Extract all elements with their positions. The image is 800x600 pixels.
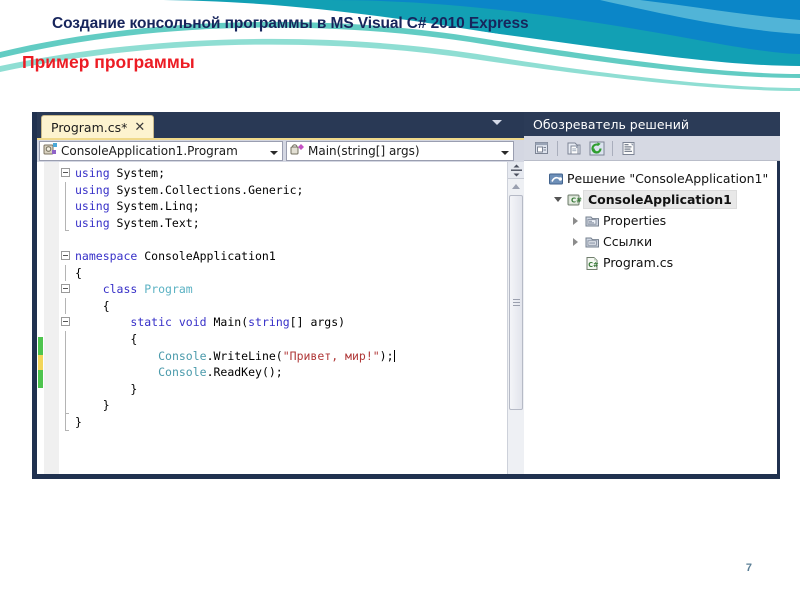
fold-region-line xyxy=(65,297,66,315)
tree-item-label: Program.cs xyxy=(603,255,674,270)
method-private-icon xyxy=(290,142,305,159)
code-text-area[interactable]: using System; using System.Collections.Ge… xyxy=(75,162,524,474)
type-dropdown-value: ConsoleApplication1.Program xyxy=(61,143,238,158)
code-line: using System.Text; xyxy=(75,215,200,230)
code-line: } xyxy=(75,381,138,396)
page-subtitle: Пример программы xyxy=(22,52,195,72)
csharp-file-icon: C# xyxy=(583,256,601,270)
chevron-right-icon[interactable] xyxy=(568,237,583,246)
change-indicator-bar xyxy=(38,337,43,355)
code-line: static void Main(string[] args) xyxy=(130,315,346,330)
code-surface[interactable]: using System; using System.Collections.Ge… xyxy=(37,162,524,477)
tree-item-properties[interactable]: Properties xyxy=(524,210,777,231)
type-dropdown[interactable]: ConsoleApplication1.Program xyxy=(39,140,283,161)
code-line: Console.WriteLine("Привет, мир!"); xyxy=(158,348,395,363)
indicator-margin[interactable] xyxy=(44,162,59,474)
tree-item-label: ConsoleApplication1 xyxy=(583,190,737,209)
tree-item-consoleapplication1[interactable]: C# ConsoleApplication1 xyxy=(524,189,777,210)
toolbar-separator xyxy=(557,140,558,156)
scrollbar-thumb[interactable] xyxy=(509,195,523,410)
solution-explorer-tree[interactable]: Решение "ConsoleApplication1" C# ConsoleAp… xyxy=(524,161,780,477)
properties-folder-icon xyxy=(583,214,601,228)
solution-explorer-toolbar xyxy=(524,136,780,161)
split-view-icon[interactable] xyxy=(507,162,524,179)
fold-region-line xyxy=(65,264,66,282)
document-tab-strip: Program.cs* ✕ xyxy=(37,112,524,138)
chevron-down-icon[interactable] xyxy=(550,197,565,202)
code-line: using System.Linq; xyxy=(75,199,200,214)
svg-text:C#: C# xyxy=(588,261,599,269)
fold-region-end xyxy=(65,429,69,431)
fold-region-line xyxy=(65,397,66,414)
solution-explorer-pane: Обозреватель решений Решение "ConsoleApp… xyxy=(524,112,780,477)
fold-region-line xyxy=(65,414,66,431)
change-indicator-bar xyxy=(38,355,43,370)
chevron-right-icon[interactable] xyxy=(568,216,583,225)
grip-icon xyxy=(512,297,520,308)
tree-item-label: Properties xyxy=(603,213,667,228)
code-editor-pane: Program.cs* ✕ ConsoleApplication1.Progra… xyxy=(37,112,524,477)
fold-collapse-icon[interactable] xyxy=(61,317,70,327)
refresh-icon[interactable] xyxy=(586,138,607,158)
code-line: Console.ReadKey(); xyxy=(158,365,283,380)
csharp-project-icon: C# xyxy=(565,193,583,207)
svg-text:C#: C# xyxy=(571,196,582,204)
tree-item-label: Ссылки xyxy=(603,234,653,249)
class-icon xyxy=(43,142,58,159)
outlining-margin[interactable] xyxy=(59,162,75,474)
code-line: using System; xyxy=(75,166,166,180)
fold-region-line xyxy=(65,347,66,365)
close-icon[interactable]: ✕ xyxy=(134,121,145,134)
references-folder-icon xyxy=(583,235,601,249)
fold-collapse-icon[interactable] xyxy=(61,284,70,294)
editor-vertical-scrollbar[interactable] xyxy=(507,162,524,474)
page-title: Создание консольной программы в MS Visua… xyxy=(52,15,529,32)
toolbar-separator xyxy=(612,140,613,156)
tree-item-label: Решение "ConsoleApplication1" xyxy=(567,171,769,186)
chevron-down-icon[interactable] xyxy=(267,144,280,158)
fold-region-line xyxy=(65,214,66,232)
member-dropdown-value: Main(string[] args) xyxy=(308,143,420,158)
tab-label: Program.cs* xyxy=(51,119,128,135)
code-line: } xyxy=(75,414,82,429)
code-line: { xyxy=(75,298,110,313)
change-indicator-bar xyxy=(38,370,43,388)
properties-window-icon[interactable] xyxy=(531,138,552,158)
fold-region-line xyxy=(65,364,66,381)
fold-region-line xyxy=(65,331,66,348)
code-line: } xyxy=(75,398,110,413)
fold-region-line xyxy=(65,198,66,215)
code-line: class Program xyxy=(102,282,193,297)
fold-region-line xyxy=(65,380,66,398)
tree-item-[interactable]: Ссылки xyxy=(524,231,777,252)
navigation-bar: ConsoleApplication1.Program Main(string[… xyxy=(37,138,524,162)
member-dropdown[interactable]: Main(string[] args) xyxy=(286,140,514,161)
solution-explorer-title: Обозреватель решений xyxy=(524,112,780,136)
arrow-up-icon[interactable] xyxy=(508,179,525,194)
visual-studio-window-screenshot: Program.cs* ✕ ConsoleApplication1.Progra… xyxy=(32,112,780,479)
page-number: 7 xyxy=(745,562,752,574)
view-code-icon[interactable] xyxy=(618,138,639,158)
change-tracking-margin xyxy=(37,162,44,474)
fold-region-line xyxy=(65,181,66,199)
code-line: using System.Collections.Generic; xyxy=(75,182,304,197)
code-line: { xyxy=(75,265,82,280)
solution-icon xyxy=(547,172,565,186)
tree-item-consoleapplication1[interactable]: Решение "ConsoleApplication1" xyxy=(524,168,777,189)
fold-region-end xyxy=(65,230,69,232)
chevron-down-icon[interactable] xyxy=(492,120,502,125)
tree-item-program-cs[interactable]: C# Program.cs xyxy=(524,252,777,273)
fold-collapse-icon[interactable] xyxy=(61,251,70,260)
code-line: { xyxy=(75,331,138,346)
show-all-files-icon[interactable] xyxy=(563,138,584,158)
code-line: namespace ConsoleApplication1 xyxy=(75,248,276,263)
fold-collapse-icon[interactable] xyxy=(61,168,70,177)
chevron-down-icon[interactable] xyxy=(498,144,511,158)
tab-program-cs[interactable]: Program.cs* ✕ xyxy=(41,115,155,138)
